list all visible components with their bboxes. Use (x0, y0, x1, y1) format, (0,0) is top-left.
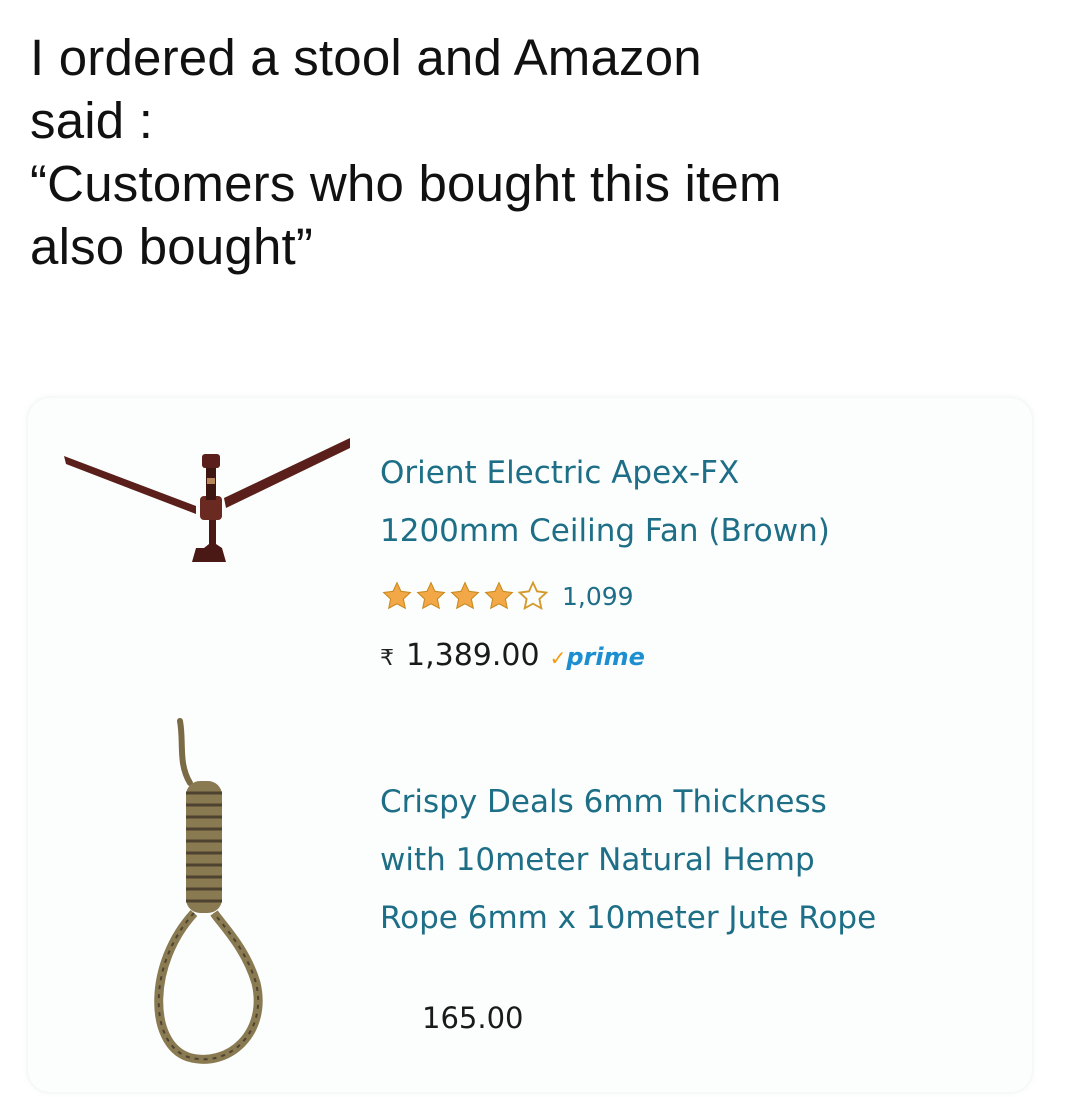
prime-check-icon: ✓ (549, 646, 567, 670)
star-filled-icon (484, 581, 514, 610)
product-price: 165.00 (422, 1001, 524, 1035)
star-rating[interactable]: 1,099 (380, 576, 634, 616)
product-title-link[interactable]: Crispy Deals 6mm Thickness with 10meter … (380, 773, 1020, 947)
star-filled-icon (416, 581, 446, 610)
also-bought-card: Orient Electric Apex-FX 1200mm Ceiling F… (28, 398, 1032, 1092)
currency-symbol: ₹ (380, 646, 394, 671)
rope-noose-icon[interactable] (128, 713, 288, 1073)
price-row: ₹ 1,389.00 ✓ prime (380, 638, 645, 673)
ceiling-fan-icon[interactable] (64, 436, 350, 566)
prime-badge: ✓ prime (550, 643, 645, 671)
star-filled-icon (450, 581, 480, 610)
prime-label: prime (566, 643, 645, 671)
product-price: 1,389.00 (406, 638, 540, 673)
product-title-link[interactable]: Orient Electric Apex-FX 1200mm Ceiling F… (380, 444, 1020, 560)
star-empty-icon (517, 580, 549, 611)
review-count[interactable]: 1,099 (562, 582, 634, 611)
meme-caption: I ordered a stool and Amazon said : “Cus… (30, 29, 782, 275)
star-filled-icon (382, 581, 412, 610)
product-item-ceiling-fan[interactable]: Orient Electric Apex-FX 1200mm Ceiling F… (28, 398, 1032, 698)
product-item-rope[interactable]: Crispy Deals 6mm Thickness with 10meter … (28, 703, 1032, 1092)
